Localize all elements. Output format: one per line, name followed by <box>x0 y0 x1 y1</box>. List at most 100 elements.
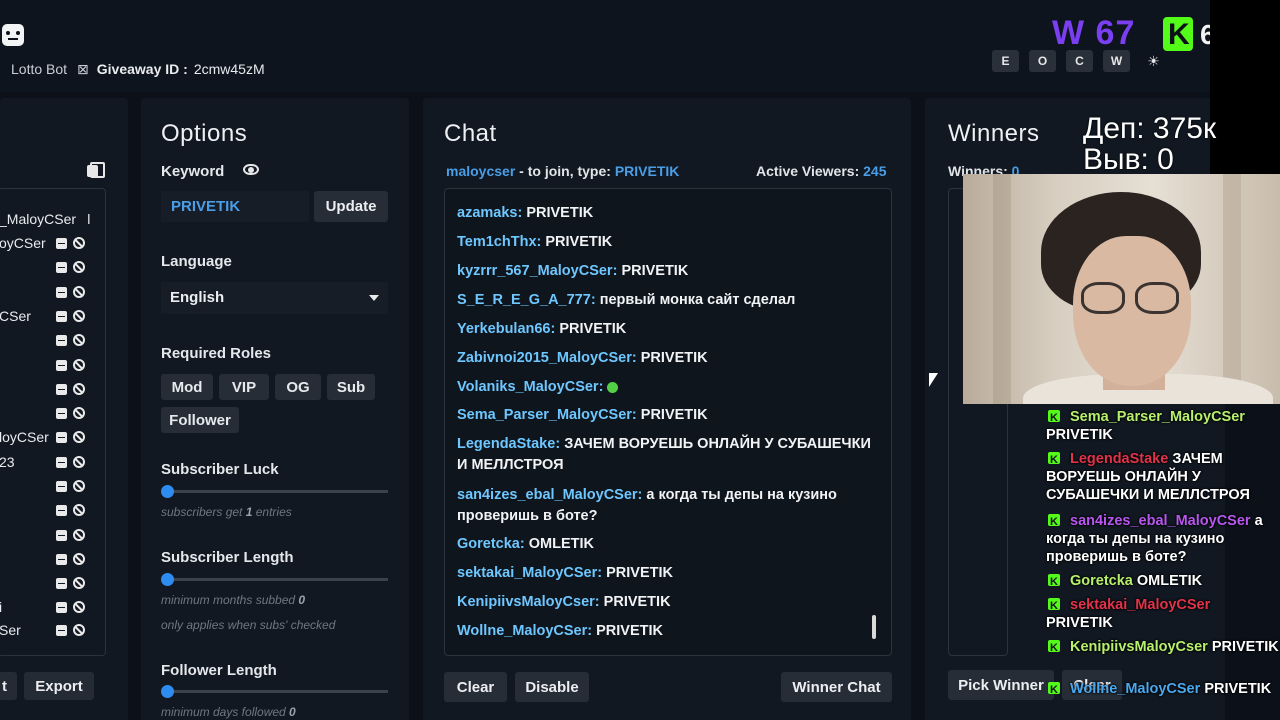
emote-icon <box>607 381 619 393</box>
copy-icon[interactable] <box>87 162 105 178</box>
chat-username[interactable]: S_E_R_E_G_A_777: <box>457 292 596 308</box>
list-item[interactable] <box>0 502 105 520</box>
role-chip-vip[interactable]: VIP <box>219 374 269 400</box>
list-item[interactable] <box>0 259 105 277</box>
ban-icon[interactable] <box>73 237 85 249</box>
role-chip-mod[interactable]: Mod <box>161 374 213 400</box>
ban-icon[interactable] <box>73 480 85 492</box>
slider-knob[interactable] <box>161 485 174 498</box>
import-button[interactable]: t <box>0 672 17 700</box>
mod-icon[interactable] <box>56 578 67 589</box>
follower-length-slider[interactable] <box>161 685 388 698</box>
chat-username[interactable]: sektakai_MaloyCSer: <box>457 565 602 581</box>
list-item[interactable]: Ser <box>0 622 105 640</box>
ban-icon[interactable] <box>73 529 85 541</box>
mod-icon[interactable] <box>56 238 67 249</box>
chat-message: Sema_Parser_MaloyCSer: PRIVETIK <box>457 405 877 426</box>
ban-icon[interactable] <box>73 261 85 273</box>
chat-username[interactable]: Sema_Parser_MaloyCSer: <box>457 407 637 423</box>
keyword-input[interactable] <box>161 191 309 222</box>
ban-icon[interactable] <box>73 407 85 419</box>
subscriber-luck-slider[interactable] <box>161 485 388 498</box>
mod-icon[interactable] <box>56 360 67 371</box>
mod-icon[interactable] <box>56 311 67 322</box>
mod-icon[interactable] <box>56 457 67 468</box>
mod-icon[interactable] <box>56 335 67 346</box>
export-button[interactable]: Export <box>24 672 94 700</box>
role-chip-og[interactable]: OG <box>275 374 321 400</box>
list-item[interactable] <box>0 527 105 545</box>
chat-username[interactable]: Goretcka: <box>457 536 525 552</box>
mod-icon[interactable] <box>56 384 67 395</box>
chat-username[interactable]: Zabivnoi2015_MaloyCSer: <box>457 350 637 366</box>
role-chip-sub[interactable]: Sub <box>327 374 375 400</box>
chat-message: azamaks: PRIVETIK <box>457 203 877 224</box>
list-item[interactable] <box>0 575 105 593</box>
mini-button-o[interactable]: O <box>1029 50 1056 72</box>
chat-username[interactable]: azamaks: <box>457 205 522 221</box>
chat-username[interactable]: Yerkebulan66: <box>457 321 555 337</box>
ban-icon[interactable] <box>73 310 85 322</box>
mod-icon[interactable] <box>56 432 67 443</box>
mod-icon[interactable] <box>56 287 67 298</box>
list-item[interactable] <box>0 381 105 399</box>
chat-username[interactable]: KenipiivsMaloyCser: <box>457 594 600 610</box>
subscriber-length-slider[interactable] <box>161 573 388 586</box>
list-item[interactable]: _MaloyCSer ǀ <box>0 211 105 229</box>
mini-button-e[interactable]: E <box>992 50 1019 72</box>
theme-toggle-icon[interactable]: ☀ <box>1140 50 1167 72</box>
ban-icon[interactable] <box>73 456 85 468</box>
slider-knob[interactable] <box>161 685 174 698</box>
list-item[interactable]: loyCSer <box>0 429 105 447</box>
mod-icon[interactable] <box>56 505 67 516</box>
chat-username[interactable]: kyzrrr_567_MaloyCSer: <box>457 263 617 279</box>
chat-clear-button[interactable]: Clear <box>444 672 507 702</box>
list-item[interactable] <box>0 357 105 375</box>
mini-button-c[interactable]: C <box>1066 50 1093 72</box>
chat-username[interactable]: LegendaStake: <box>457 436 560 452</box>
ban-icon[interactable] <box>73 359 85 371</box>
ban-icon[interactable] <box>73 334 85 346</box>
list-item[interactable]: 23 <box>0 454 105 472</box>
chat-disable-button[interactable]: Disable <box>515 672 589 702</box>
list-item[interactable]: oyCSer <box>0 235 105 253</box>
list-item[interactable] <box>0 405 105 423</box>
list-item[interactable] <box>0 284 105 302</box>
ban-icon[interactable] <box>73 383 85 395</box>
ban-icon[interactable] <box>73 577 85 589</box>
ban-icon[interactable] <box>73 624 85 636</box>
channel-name[interactable]: maloycser <box>446 163 515 179</box>
winner-chat-button[interactable]: Winner Chat <box>781 672 892 702</box>
mod-icon[interactable] <box>56 554 67 565</box>
ban-icon[interactable] <box>73 504 85 516</box>
update-button[interactable]: Update <box>314 191 388 222</box>
mod-icon[interactable] <box>56 625 67 636</box>
chat-username[interactable]: Volaniks_MaloyCSer: <box>457 379 603 395</box>
role-chip-follower[interactable]: Follower <box>161 407 239 433</box>
pick-winner-button[interactable]: Pick Winner <box>948 670 1054 700</box>
chat-username[interactable]: san4izes_ebal_MaloyCSer: <box>457 487 642 503</box>
mod-icon[interactable] <box>56 408 67 419</box>
giveaway-id-value[interactable]: 2cmw45zM <box>194 61 265 77</box>
ban-icon[interactable] <box>73 431 85 443</box>
mod-icon[interactable] <box>56 481 67 492</box>
chat-username[interactable]: Tem1chThx: <box>457 234 541 250</box>
entries-list[interactable]: _MaloyCSer ǀ oyCSer CSer loyCSer 23 i Ser <box>0 188 106 656</box>
ban-icon[interactable] <box>73 553 85 565</box>
mod-icon[interactable] <box>56 602 67 613</box>
slider-knob[interactable] <box>161 573 174 586</box>
language-select[interactable]: English <box>161 282 388 314</box>
list-item[interactable] <box>0 478 105 496</box>
chat-scrollbar[interactable] <box>872 615 876 639</box>
list-item[interactable]: CSer <box>0 308 105 326</box>
ban-icon[interactable] <box>73 286 85 298</box>
mod-icon[interactable] <box>56 530 67 541</box>
chat-username[interactable]: Wollne_MaloyCSer: <box>457 623 592 639</box>
mod-icon[interactable] <box>56 262 67 273</box>
list-item[interactable] <box>0 332 105 350</box>
eye-icon[interactable] <box>243 164 259 175</box>
list-item[interactable] <box>0 551 105 569</box>
list-item[interactable]: i <box>0 599 105 617</box>
ban-icon[interactable] <box>73 601 85 613</box>
mini-button-w[interactable]: W <box>1103 50 1130 72</box>
